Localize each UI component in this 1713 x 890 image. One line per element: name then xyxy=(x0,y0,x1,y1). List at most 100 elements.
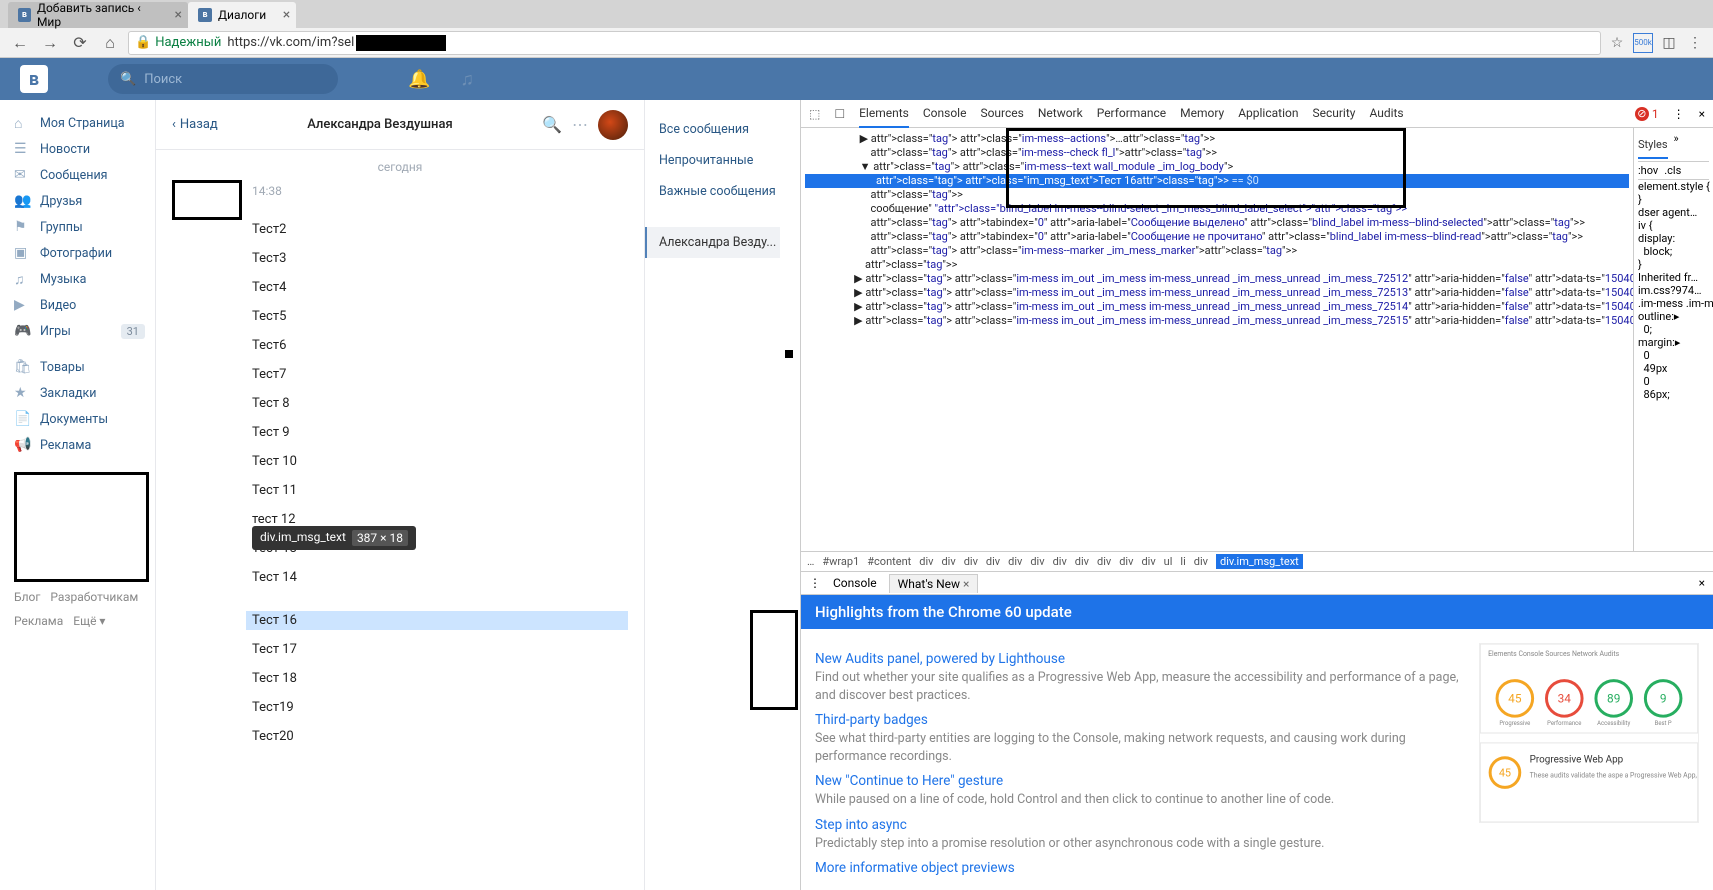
style-rule[interactable]: } xyxy=(1638,193,1709,206)
breadcrumb-item[interactable]: div xyxy=(1141,555,1155,568)
style-rule[interactable]: block; xyxy=(1638,245,1709,258)
dom-node[interactable]: attr">class="tag"> attr">class="im-mess-… xyxy=(805,146,1629,160)
forward-button[interactable]: → xyxy=(38,31,62,55)
sidebar-item[interactable]: ♫Музыка xyxy=(14,266,155,292)
dom-node[interactable]: ▼ attr">class="tag"> attr">class="im-mes… xyxy=(805,160,1629,174)
devtools-tab[interactable]: Console xyxy=(923,100,967,128)
music-icon[interactable]: ♫ xyxy=(460,69,474,90)
style-rule[interactable]: 0 xyxy=(1638,375,1709,388)
styles-panel[interactable]: Styles » :hov .cls element.style {}dser … xyxy=(1633,128,1713,551)
sidebar-item[interactable]: ★Закладки xyxy=(14,380,155,406)
devtools-tab[interactable]: Sources xyxy=(980,100,1023,128)
breadcrumb-item[interactable]: div xyxy=(1097,555,1111,568)
devtools-tab[interactable]: Audits xyxy=(1369,100,1403,128)
message-text[interactable]: Тест 10 xyxy=(252,452,628,471)
more-tabs[interactable]: » xyxy=(1674,132,1679,159)
style-rule[interactable]: im.css?974… xyxy=(1638,284,1709,297)
hov-toggle[interactable]: :hov xyxy=(1638,164,1658,177)
style-rule[interactable]: margin:▸ xyxy=(1638,336,1709,349)
breadcrumb-item[interactable]: div xyxy=(1008,555,1022,568)
sidebar-item[interactable]: 🛍Товары xyxy=(14,354,155,380)
device-icon[interactable]: ☐ xyxy=(834,107,845,121)
breadcrumb-item[interactable]: div xyxy=(1194,555,1208,568)
message-text[interactable]: Тест6 xyxy=(252,336,628,355)
browser-tab-active[interactable]: в Диалоги × xyxy=(188,2,296,28)
devtools-tab[interactable]: Application xyxy=(1238,100,1298,128)
dom-node[interactable]: attr">class="tag">> xyxy=(805,188,1629,202)
sidebar-item[interactable]: ☰Новости xyxy=(14,136,155,162)
filter-item[interactable]: Все сообщения xyxy=(645,114,780,145)
message-text[interactable]: Тест5 xyxy=(252,307,628,326)
breadcrumb[interactable]: …#wrap1#contentdivdivdivdivdivdivdivdivd… xyxy=(801,551,1713,571)
sidebar-item[interactable]: 📄Документы xyxy=(14,406,155,432)
elements-tree[interactable]: ▶ attr">class="tag"> attr">class="im-mes… xyxy=(801,128,1633,551)
inspect-icon[interactable]: ⬚ xyxy=(809,107,820,121)
reload-button[interactable]: ⟳ xyxy=(68,31,92,55)
more-icon[interactable]: ⋯ xyxy=(572,115,588,134)
style-rule[interactable]: iv { xyxy=(1638,219,1709,232)
style-rule[interactable]: .im-mess .im-mess--text { xyxy=(1638,297,1709,310)
style-rule[interactable]: } xyxy=(1638,258,1709,271)
devtools-tab[interactable]: Security xyxy=(1312,100,1355,128)
message-text[interactable] xyxy=(252,597,628,601)
breadcrumb-item[interactable]: div xyxy=(1053,555,1067,568)
sidebar-item[interactable]: 👥Друзья xyxy=(14,188,155,214)
sidebar-item[interactable]: ⚑Группы xyxy=(14,214,155,240)
address-bar[interactable]: 🔒 Надежный https://vk.com/im?sel xyxy=(128,31,1601,55)
style-rule[interactable]: outline:▸ xyxy=(1638,310,1709,323)
devtools-tab[interactable]: Performance xyxy=(1097,100,1166,128)
sidebar-item[interactable]: ⌂Моя Страница xyxy=(14,110,155,136)
style-rule[interactable]: 49px xyxy=(1638,362,1709,375)
dom-node[interactable]: attr">class="tag"> attr">class="im-mess-… xyxy=(805,244,1629,258)
sidebar-item[interactable]: ▣Фотографии xyxy=(14,240,155,266)
cls-toggle[interactable]: .cls xyxy=(1664,164,1681,177)
breadcrumb-item[interactable]: div xyxy=(1030,555,1044,568)
dom-node[interactable]: ▶ attr">class="tag"> attr">class="im-mes… xyxy=(805,314,1629,328)
menu-icon[interactable]: ⋮ xyxy=(1673,107,1685,121)
dom-node[interactable]: ▶ attr">class="tag"> attr">class="im-mes… xyxy=(805,300,1629,314)
styles-tab[interactable]: Styles xyxy=(1638,132,1668,159)
style-rule[interactable]: display: xyxy=(1638,232,1709,245)
message-text[interactable]: Тест 17 xyxy=(252,640,628,659)
style-rule[interactable]: element.style { xyxy=(1638,180,1709,193)
message-text[interactable]: Тест3 xyxy=(252,249,628,268)
message-text[interactable]: Тест 14 xyxy=(252,568,628,587)
footer-link[interactable]: Разработчикам xyxy=(50,590,138,604)
console-tab[interactable]: Console xyxy=(825,574,885,592)
breadcrumb-item[interactable]: #wrap1 xyxy=(822,555,859,568)
dom-node[interactable]: attr">class="tag"> attr">class="im_msg_t… xyxy=(805,174,1629,188)
dom-node[interactable]: attr">class="tag"> attr">tabindex="0" at… xyxy=(805,216,1629,230)
breadcrumb-item[interactable]: div xyxy=(941,555,955,568)
message-text[interactable]: Тест4 xyxy=(252,278,628,297)
search-input[interactable]: 🔍 Поиск xyxy=(108,64,338,94)
footer-link[interactable]: Ещё ▾ xyxy=(73,614,105,628)
message-text[interactable]: Тест19 xyxy=(252,698,628,717)
home-button[interactable]: ⌂ xyxy=(98,31,122,55)
extension-icon[interactable]: 500k xyxy=(1633,33,1653,53)
close-icon[interactable]: × xyxy=(283,7,290,23)
dom-node[interactable]: сообщение" "attr">class="blind_label im-… xyxy=(805,202,1629,216)
message-text[interactable]: Тест 18 xyxy=(252,669,628,688)
close-icon[interactable]: × xyxy=(1699,576,1705,590)
breadcrumb-item[interactable]: div xyxy=(964,555,978,568)
message-text[interactable]: Тест2 xyxy=(252,220,628,239)
breadcrumb-item[interactable]: div xyxy=(1075,555,1089,568)
footer-link[interactable]: Реклама xyxy=(14,614,63,628)
filter-item[interactable]: Непрочитанные xyxy=(645,145,780,176)
footer-link[interactable]: Блог xyxy=(14,590,40,604)
dom-node[interactable]: ▶ attr">class="tag"> attr">class="im-mes… xyxy=(805,272,1629,286)
breadcrumb-item[interactable]: ul xyxy=(1164,555,1173,568)
star-icon[interactable]: ☆ xyxy=(1607,33,1627,53)
menu-icon[interactable]: ⋮ xyxy=(1685,33,1705,53)
close-icon[interactable]: × xyxy=(175,7,182,23)
style-rule[interactable]: dser agent… xyxy=(1638,206,1709,219)
message-text[interactable]: Тест20 xyxy=(252,727,628,746)
breadcrumb-item[interactable]: div xyxy=(986,555,1000,568)
dom-node[interactable]: ▶ attr">class="tag"> attr">class="im-mes… xyxy=(805,132,1629,146)
dom-node[interactable]: ▶ attr">class="tag"> attr">class="im-mes… xyxy=(805,286,1629,300)
sidebar-item[interactable]: ▶Видео xyxy=(14,292,155,318)
menu-icon[interactable]: ⋮ xyxy=(809,576,821,590)
back-link[interactable]: ‹ Назад xyxy=(172,117,218,132)
breadcrumb-item[interactable]: li xyxy=(1180,555,1185,568)
message-text[interactable]: Тест7 xyxy=(252,365,628,384)
